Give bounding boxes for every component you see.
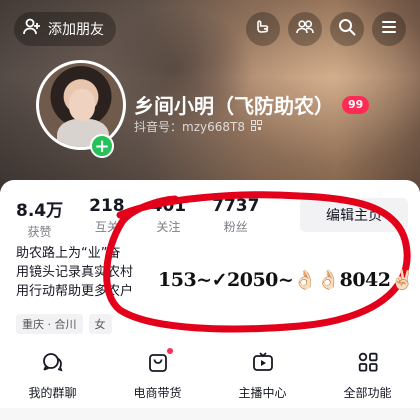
stat-label: 互关 — [94, 220, 119, 234]
next-section-edge — [0, 408, 420, 420]
friends-icon — [295, 17, 315, 41]
bio-line: 用镜头记录真实农村 — [16, 265, 134, 280]
friends-button[interactable] — [288, 12, 322, 46]
stats-row: 8.4万 获赞 218 互关 401 关注 7737 粉丝 — [16, 196, 259, 240]
stat-mutual[interactable]: 218 互关 — [89, 196, 125, 240]
stat-following[interactable]: 401 关注 — [151, 196, 187, 240]
stat-label: 获赞 — [27, 225, 52, 239]
shortcut-all-functions[interactable]: 全部功能 — [315, 350, 420, 400]
handwritten-overlay-text: 153~✓2050~👌🏻👌🏻8042✌🏻 — [158, 269, 414, 291]
shortcut-group-chat[interactable]: 我的群聊 — [0, 350, 105, 400]
douyin-id-row[interactable]: 抖音号：mzy668T8 — [134, 118, 262, 135]
shortcut-label: 我的群聊 — [28, 386, 77, 400]
gender-tag: 女 — [88, 314, 112, 334]
notification-dot — [167, 348, 173, 354]
search-icon — [337, 17, 357, 41]
tags-row: 重庆 · 合川 女 — [16, 314, 112, 334]
level-badge: 99 — [342, 95, 370, 114]
profile-name: 乡间小明（飞防助农） — [134, 94, 334, 118]
menu-icon — [379, 17, 399, 41]
shortcut-bar: 我的群聊 电商带货 主播中心 全部功能 — [0, 348, 420, 400]
shortcut-label: 主播中心 — [238, 386, 287, 400]
follow-plus-icon[interactable]: + — [90, 134, 114, 158]
stat-label: 粉丝 — [223, 220, 248, 234]
hand-icon-button[interactable] — [246, 12, 280, 46]
chat-icon — [41, 350, 65, 378]
douyin-id: 抖音号：mzy668T8 — [134, 120, 245, 134]
bio: 助农路上为“业”奋 用镜头记录真实农村 用行动帮助更多农户 — [16, 244, 156, 301]
menu-button[interactable] — [372, 12, 406, 46]
top-bar: 添加朋友 — [14, 12, 410, 48]
add-friend-button[interactable]: 添加朋友 — [14, 12, 116, 46]
avatar[interactable] — [36, 60, 126, 150]
hand-icon — [253, 17, 273, 41]
qr-code-icon — [250, 119, 262, 134]
stat-value: 401 — [150, 196, 187, 216]
shortcut-label: 电商带货 — [133, 386, 182, 400]
edit-profile-button[interactable]: 编辑主页 — [300, 198, 408, 232]
stat-followers[interactable]: 7737 粉丝 — [212, 196, 259, 240]
shortcut-streamer-center[interactable]: 主播中心 — [210, 350, 315, 400]
stat-value: 8.4万 — [16, 201, 64, 221]
shopping-bag-icon — [146, 350, 170, 378]
stat-value: 7737 — [212, 196, 260, 216]
add-user-icon — [22, 17, 42, 41]
search-button[interactable] — [330, 12, 364, 46]
apps-icon — [356, 350, 380, 378]
shortcut-label: 全部功能 — [343, 386, 392, 400]
stat-value: 218 — [89, 196, 125, 216]
name-row: 乡间小明（飞防助农） 99 — [134, 90, 370, 119]
stat-label: 关注 — [156, 220, 181, 234]
add-friend-label: 添加朋友 — [48, 22, 104, 38]
avatar-face-shape — [69, 89, 95, 121]
stat-likes[interactable]: 8.4万 获赞 — [16, 196, 63, 240]
shortcut-ecommerce[interactable]: 电商带货 — [105, 348, 210, 400]
live-icon — [251, 350, 275, 378]
bio-line: 助农路上为“业”奋 — [16, 246, 121, 261]
location-tag: 重庆 · 合川 — [16, 314, 83, 334]
bio-line: 用行动帮助更多农户 — [16, 284, 134, 299]
